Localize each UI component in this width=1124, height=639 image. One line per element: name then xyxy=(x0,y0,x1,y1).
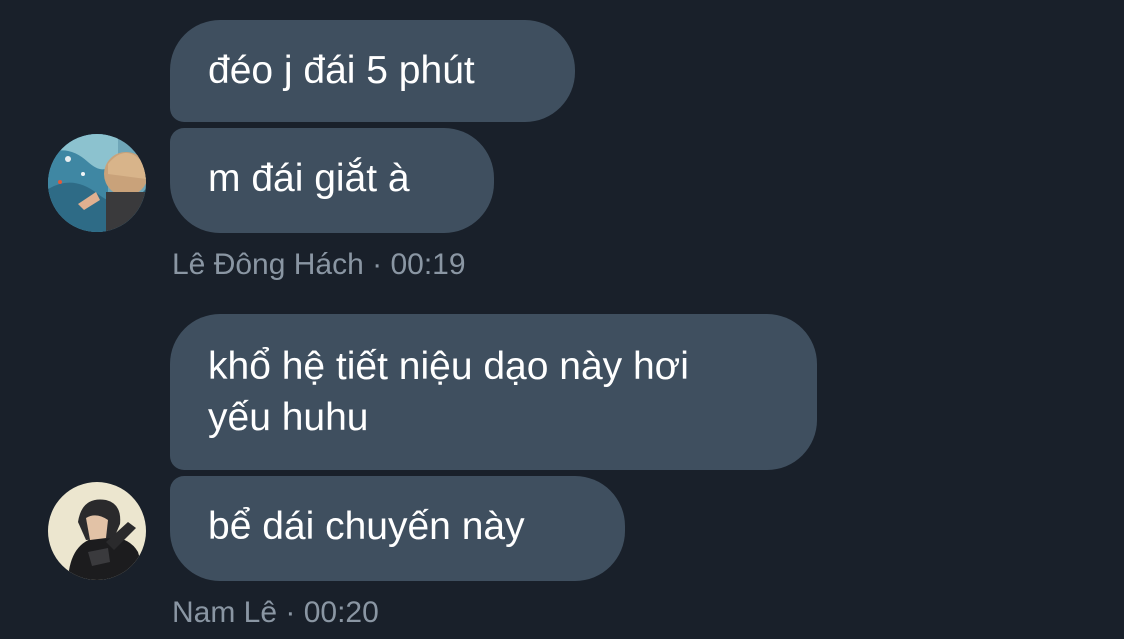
avatar-portrait-image xyxy=(48,482,146,580)
meta-separator: · xyxy=(363,248,391,281)
message-meta: Nam Lê · 00:20 xyxy=(172,596,379,630)
sender-name: Lê Đông Hách xyxy=(172,248,364,281)
sender-avatar[interactable] xyxy=(48,482,146,580)
message-bubble[interactable]: bể dái chuyến này xyxy=(170,476,625,581)
chat-thread: đéo j đái 5 phút m đái giắt à Lê Đông Há… xyxy=(0,0,1124,639)
avatar-lake-image xyxy=(48,134,146,232)
message-time: 00:19 xyxy=(390,248,466,281)
message-meta: Lê Đông Hách · 00:19 xyxy=(172,248,466,282)
message-bubble[interactable]: m đái giắt à xyxy=(170,128,494,233)
message-bubble[interactable]: khổ hệ tiết niệu dạo này hơi yếu huhu xyxy=(170,314,817,470)
meta-separator: · xyxy=(277,596,304,629)
message-time: 00:20 xyxy=(303,596,379,629)
message-bubble[interactable]: đéo j đái 5 phút xyxy=(170,20,575,122)
sender-name: Nam Lê xyxy=(172,596,278,629)
sender-avatar[interactable] xyxy=(48,134,146,232)
